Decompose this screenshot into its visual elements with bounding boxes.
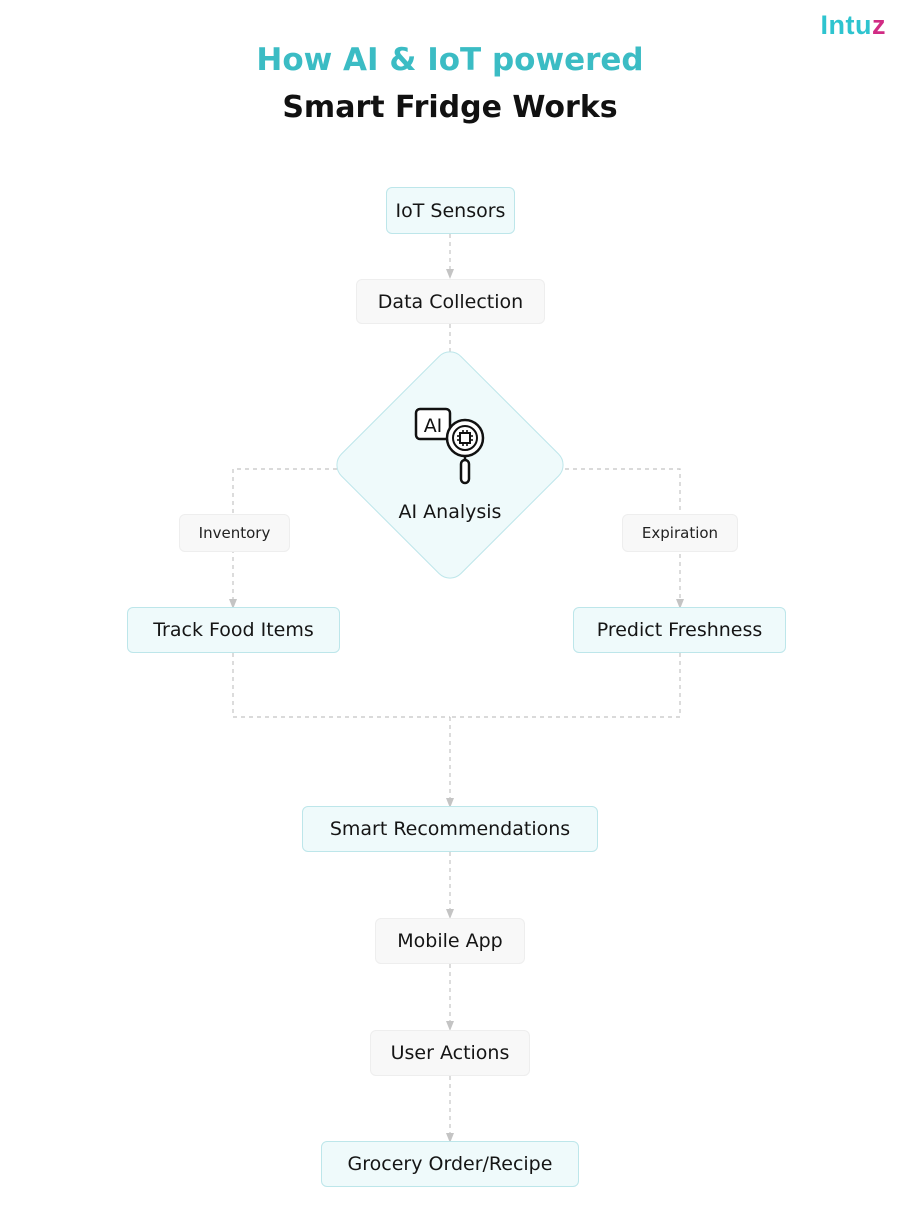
connector-track-to-merge [232, 653, 450, 718]
edge-label-expiration: Expiration [622, 514, 738, 552]
svg-text:AI: AI [424, 415, 443, 437]
node-ai-analysis: AI AI Analysis [350, 405, 550, 545]
node-iot-sensors: IoT Sensors [386, 187, 515, 234]
node-user-actions: User Actions [370, 1030, 530, 1076]
node-smart-recommendations: Smart Recommendations [302, 806, 598, 852]
ai-magnifier-chip-icon: AI [414, 407, 485, 485]
node-predict-freshness: Predict Freshness [573, 607, 786, 653]
node-mobile-app: Mobile App [375, 918, 525, 964]
connector-predict-to-merge [450, 653, 681, 718]
edge-label-inventory: Inventory [179, 514, 290, 552]
node-track-food-items: Track Food Items [127, 607, 340, 653]
ai-analysis-label: AI Analysis [398, 501, 502, 523]
node-grocery-order-recipe: Grocery Order/Recipe [321, 1141, 579, 1187]
node-data-collection: Data Collection [356, 279, 545, 324]
